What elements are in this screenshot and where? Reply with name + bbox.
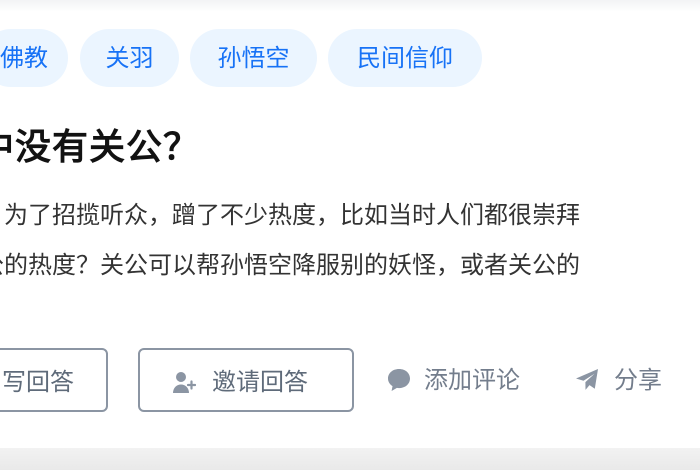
write-answer-button[interactable]: 写回答: [0, 348, 108, 412]
invite-answer-button[interactable]: 邀请回答: [138, 348, 354, 412]
topic-tag-sun-wukong[interactable]: 孙悟空: [190, 29, 317, 87]
topic-tag-guan-yu[interactable]: 关羽: [80, 29, 179, 87]
excerpt-line-2: 公的热度？关公可以帮孙悟空降服别的妖怪，或者关公的: [0, 251, 580, 279]
add-comment-button[interactable]: 添加评论: [386, 348, 546, 412]
share-button[interactable]: 分享: [574, 348, 684, 412]
top-divider-strip: [0, 0, 700, 12]
comment-bubble-icon: [388, 369, 410, 391]
question-card: 佛教 关羽 孙悟空 民间信仰 中没有关公？ ，为了招揽听众，蹭了不少热度，比如当…: [0, 0, 700, 470]
question-excerpt[interactable]: ，为了招揽听众，蹭了不少热度，比如当时人们都很崇拜 公的热度？关公可以帮孙悟空降…: [0, 190, 700, 290]
share-plane-icon: [576, 369, 598, 390]
excerpt-line-1: ，为了招揽听众，蹭了不少热度，比如当时人们都很崇拜: [0, 201, 580, 229]
share-label: 分享: [614, 366, 662, 394]
add-comment-label: 添加评论: [424, 366, 520, 394]
topic-tag-buddhism[interactable]: 佛教: [0, 29, 68, 87]
invite-answer-label: 邀请回答: [212, 368, 308, 396]
question-title[interactable]: 中没有关公？: [0, 120, 200, 176]
invite-user-icon: [173, 372, 196, 393]
topic-tag-folk-belief[interactable]: 民间信仰: [328, 29, 482, 87]
section-divider: [0, 448, 700, 470]
question-actions: 写回答 邀请回答 添加评论 分享: [0, 348, 700, 416]
